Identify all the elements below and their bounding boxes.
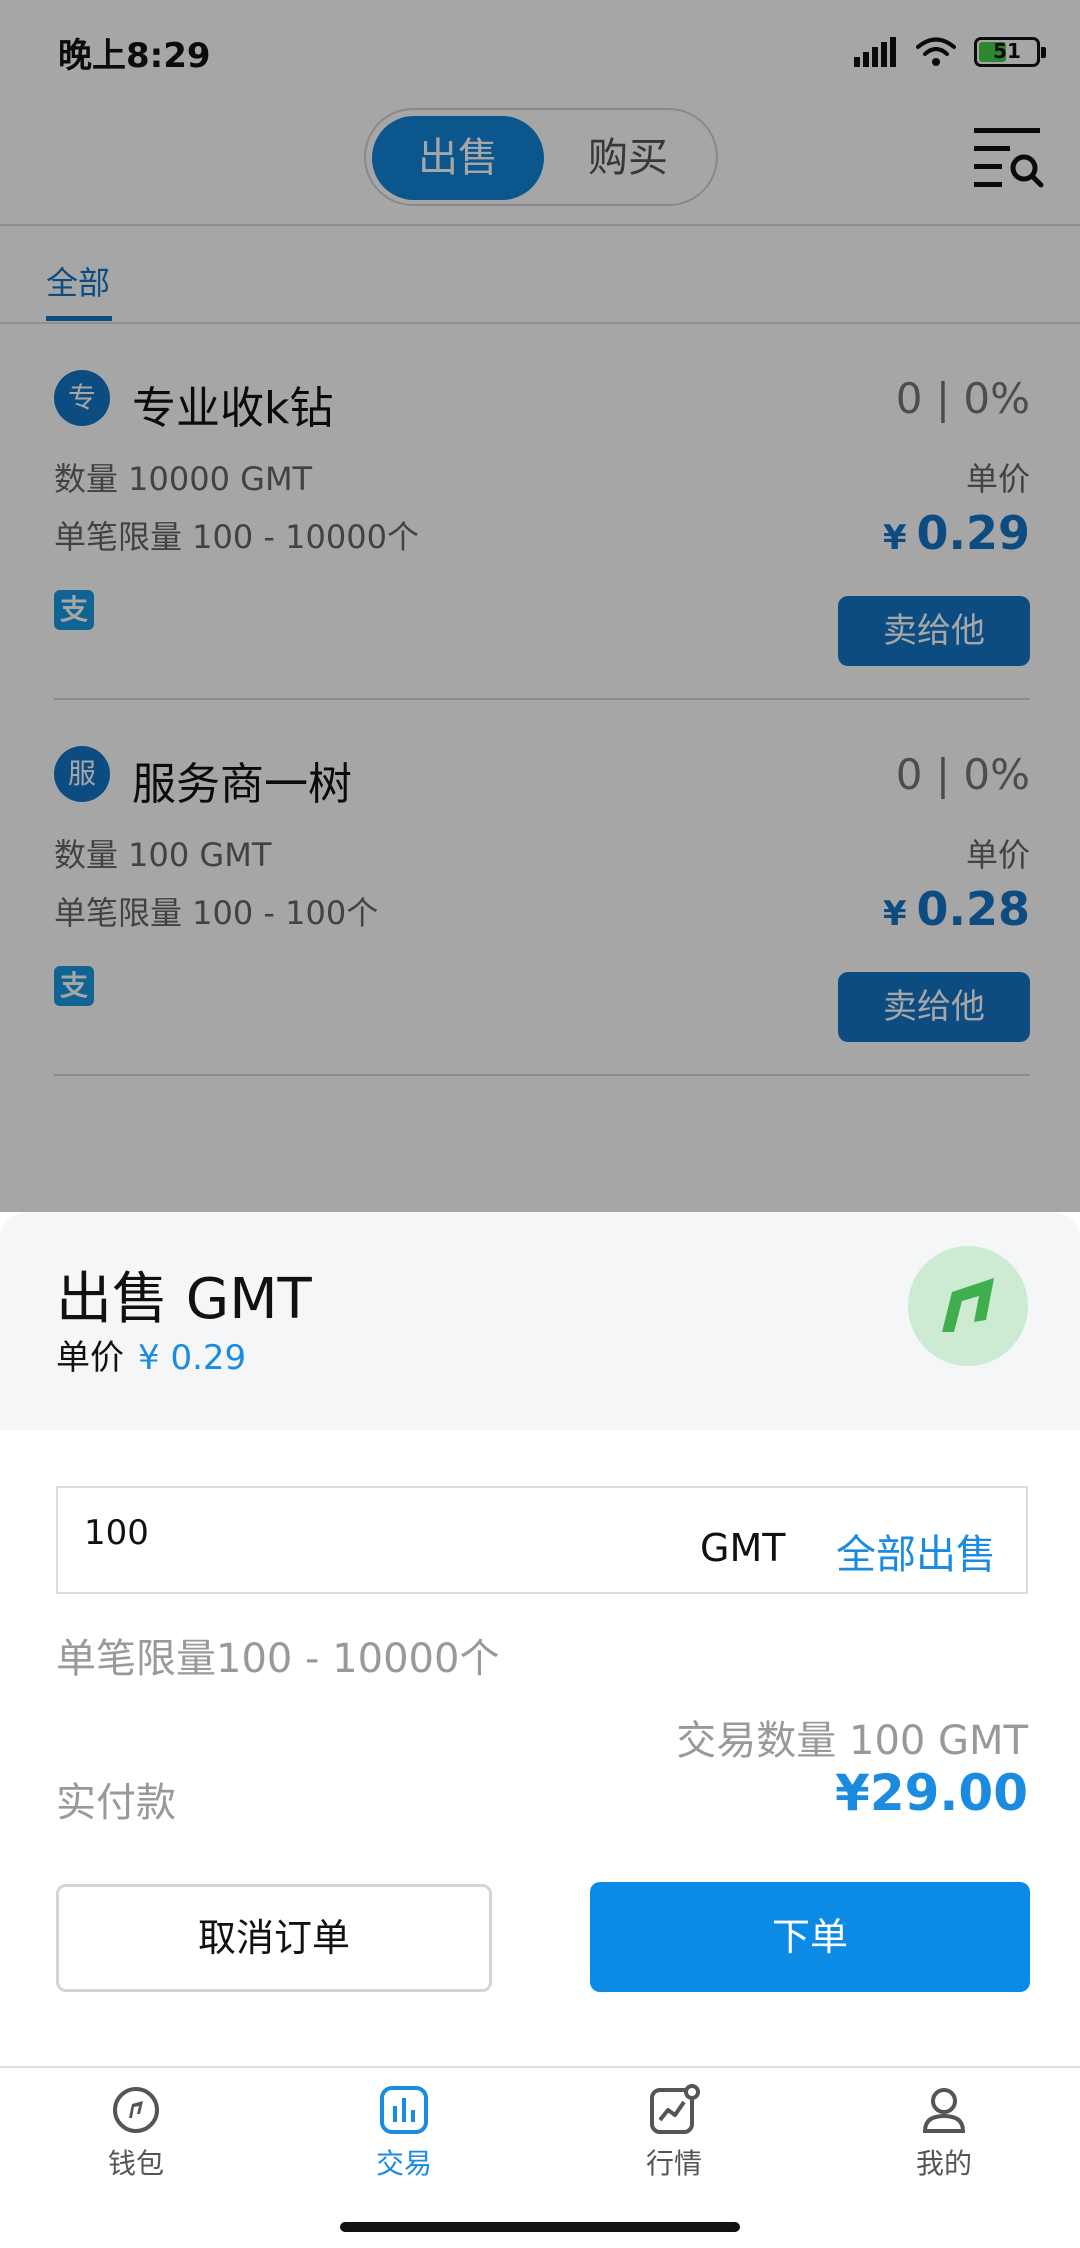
modal-backdrop[interactable] xyxy=(0,0,1080,1212)
sheet-title: 出售 GMT xyxy=(56,1267,312,1332)
nav-profile-label: 我的 xyxy=(915,2147,972,2180)
trade-icon xyxy=(380,2086,428,2134)
nav-profile[interactable]: 我的 xyxy=(844,2084,1044,2194)
nav-market[interactable]: 行情 xyxy=(574,2084,774,2194)
sheet-header: 出售 GMT 单价 ¥ 0.29 xyxy=(0,1212,1080,1430)
app-screen: 晚上8:29 51 出售 购买 全部 专 专业收k钻 0 | 0% 数量 100… xyxy=(0,0,1080,2248)
sell-order-sheet: 出售 GMT 单价 ¥ 0.29 GMT 全部出售 单笔限量100 - 10000… xyxy=(0,1212,1080,2068)
sheet-unit-price-label: 单价 xyxy=(56,1338,124,1378)
amount-field: GMT 全部出售 xyxy=(56,1486,1028,1594)
nav-trade[interactable]: 交易 xyxy=(304,2084,504,2194)
nav-wallet-label: 钱包 xyxy=(107,2147,164,2180)
actual-payment-label: 实付款 xyxy=(56,1780,176,1826)
market-icon xyxy=(650,2084,700,2134)
wallet-icon xyxy=(113,2087,159,2133)
amount-unit: GMT xyxy=(700,1526,786,1570)
nav-wallet[interactable]: 钱包 xyxy=(36,2084,236,2194)
bottom-nav: 钱包 交易 行情 我的 xyxy=(0,2066,1080,2248)
nav-trade-label: 交易 xyxy=(375,2147,432,2180)
nav-market-label: 行情 xyxy=(645,2147,702,2180)
sheet-unit-price-value: ¥ 0.29 xyxy=(138,1338,247,1378)
sell-all-button[interactable]: 全部出售 xyxy=(836,1522,996,1580)
gmt-logo-icon xyxy=(942,1278,994,1332)
home-indicator[interactable] xyxy=(340,2222,740,2232)
profile-icon xyxy=(922,2088,966,2133)
order-limit-hint: 单笔限量100 - 10000个 xyxy=(56,1636,500,1682)
trade-quantity: 交易数量 100 GMT xyxy=(676,1718,1028,1764)
cancel-order-button[interactable]: 取消订单 xyxy=(56,1884,492,1992)
amount-input[interactable] xyxy=(84,1508,644,1558)
gmt-coin-logo xyxy=(908,1246,1028,1366)
actual-payment-amount: ¥29.00 xyxy=(835,1764,1028,1822)
sheet-unit-price: 单价 ¥ 0.29 xyxy=(56,1330,246,1379)
place-order-button[interactable]: 下单 xyxy=(590,1882,1030,1992)
